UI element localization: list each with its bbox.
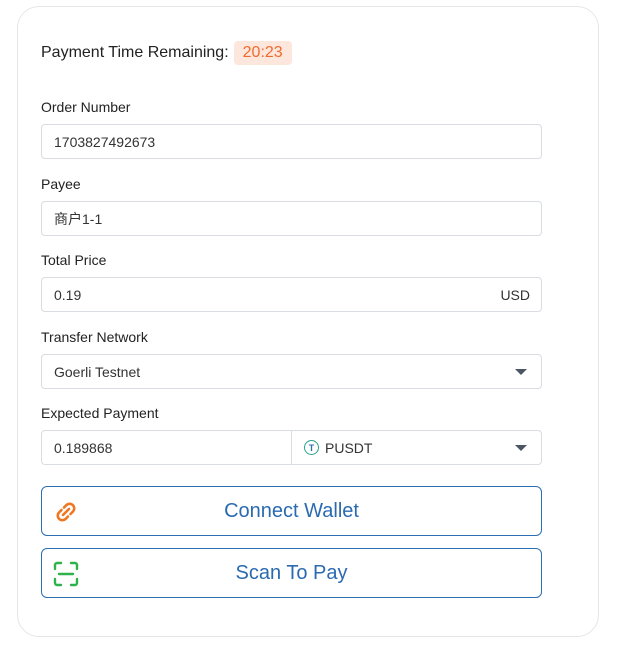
token-name: PUSDT	[325, 439, 373, 456]
total-price-field[interactable]: 0.19 USD	[41, 277, 542, 312]
scan-to-pay-button[interactable]: Scan To Pay	[41, 548, 542, 598]
payee-field[interactable]: 商户1-1	[41, 201, 542, 236]
transfer-network-select[interactable]: Goerli Testnet	[41, 354, 542, 389]
order-number-label: Order Number	[41, 99, 131, 115]
scan-to-pay-label: Scan To Pay	[235, 561, 348, 584]
tether-icon: T	[304, 440, 319, 455]
timer-countdown-badge: 20:23	[233, 41, 292, 65]
payment-timer: Payment Time Remaining: 20:23	[41, 40, 292, 66]
chevron-down-icon	[515, 444, 527, 451]
total-price-value: 0.19	[54, 286, 82, 303]
transfer-network-label: Transfer Network	[41, 329, 148, 345]
transfer-network-value: Goerli Testnet	[54, 363, 141, 380]
expected-amount-field[interactable]: 0.189868	[41, 430, 292, 465]
total-price-label: Total Price	[41, 252, 107, 268]
connect-wallet-button[interactable]: Connect Wallet	[41, 486, 542, 536]
expected-amount-value: 0.189868	[54, 439, 113, 456]
token-select[interactable]: T PUSDT	[292, 430, 542, 465]
connect-wallet-label: Connect Wallet	[224, 499, 359, 522]
payee-value: 商户1-1	[54, 210, 103, 227]
order-number-value: 1703827492673	[54, 133, 156, 150]
order-number-field[interactable]: 1703827492673	[41, 124, 542, 159]
link-icon	[53, 499, 79, 525]
currency-suffix: USD	[500, 286, 530, 303]
expected-payment-group: 0.189868 T PUSDT	[41, 430, 542, 465]
timer-label: Payment Time Remaining:	[41, 44, 229, 61]
scan-icon	[53, 561, 79, 587]
expected-payment-label: Expected Payment	[41, 405, 159, 421]
payee-label: Payee	[41, 176, 81, 192]
chevron-down-icon	[515, 368, 527, 375]
